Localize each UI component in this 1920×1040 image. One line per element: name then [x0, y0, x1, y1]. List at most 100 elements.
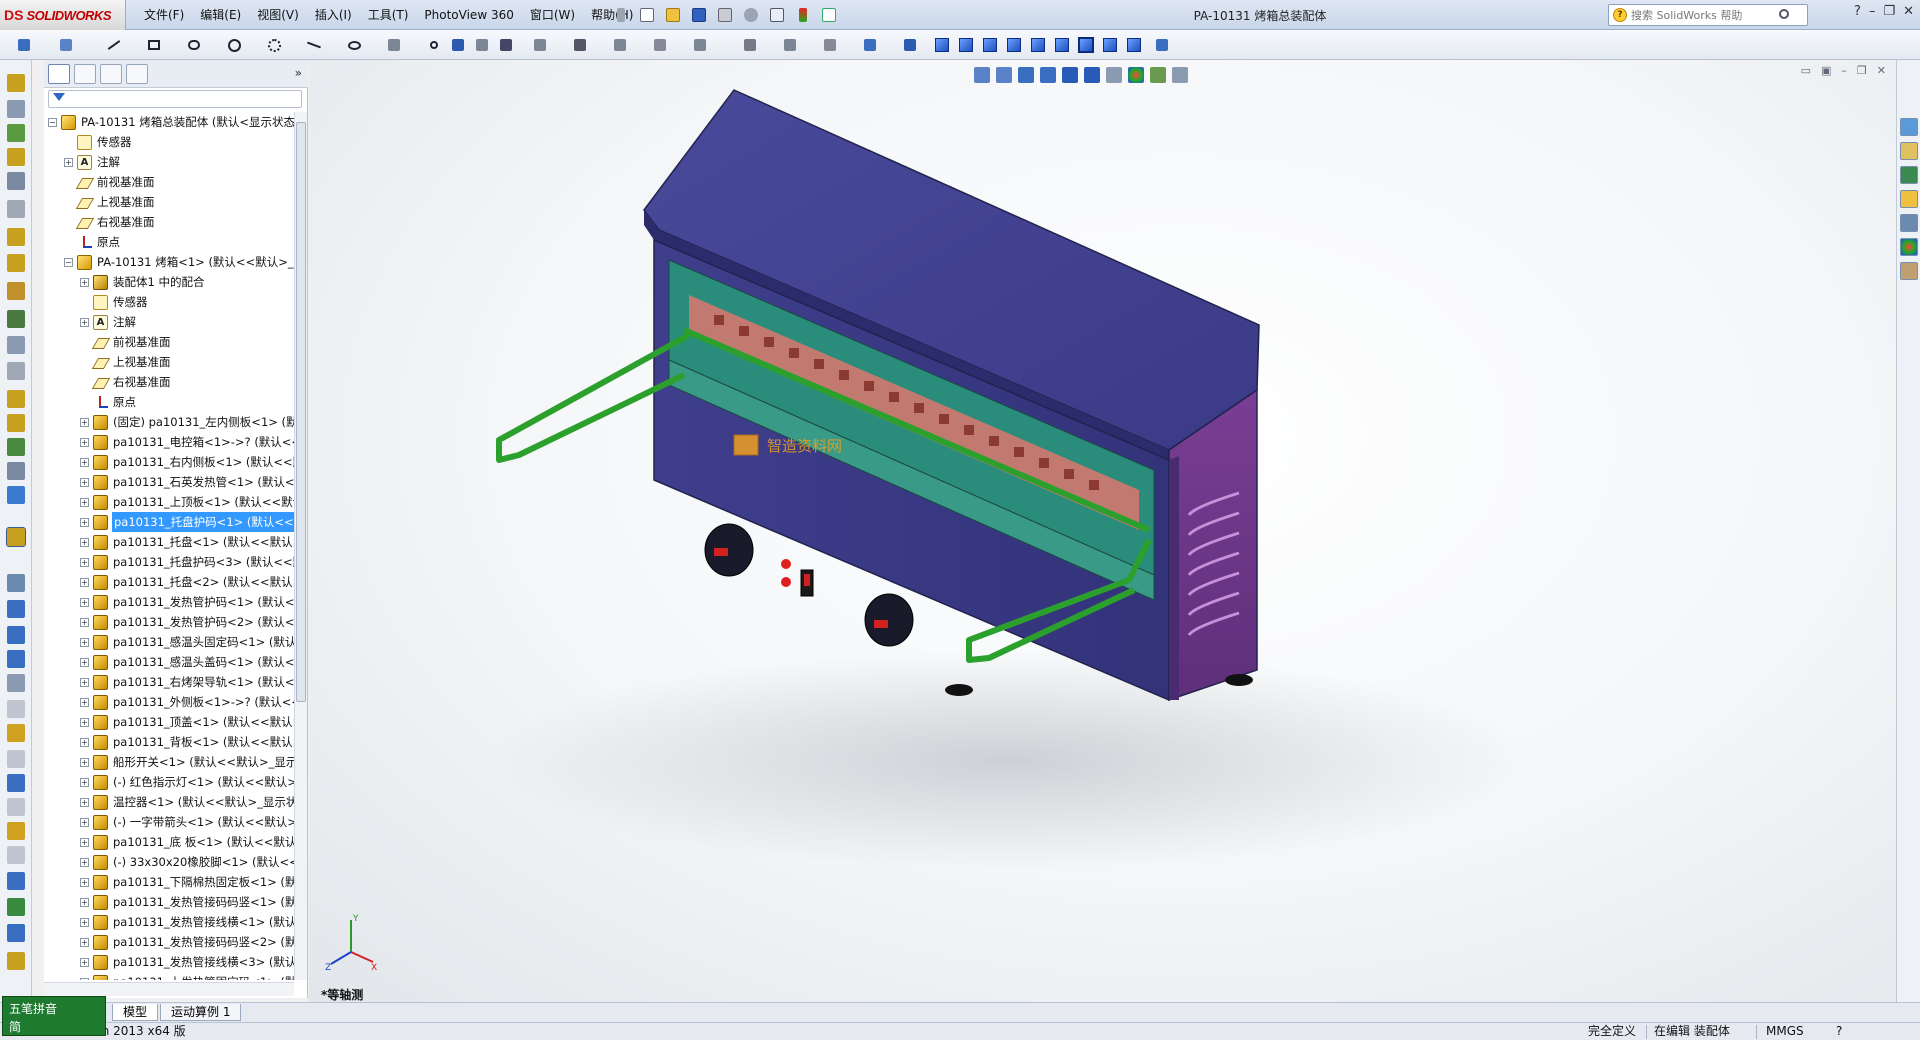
- expand-toggle-icon[interactable]: +: [80, 957, 89, 967]
- tab-motion-study-1[interactable]: 运动算例 1: [160, 1004, 242, 1021]
- display-manager-tab[interactable]: [126, 64, 148, 84]
- tree-row[interactable]: + pa10131_发热管接码码竖<1> (默认: [80, 892, 294, 912]
- centerline-icon[interactable]: [448, 35, 468, 55]
- check-icon[interactable]: [7, 650, 25, 668]
- expand-toggle-icon[interactable]: +: [80, 517, 89, 527]
- rapid-sketch-icon[interactable]: [860, 35, 880, 55]
- tree-row[interactable]: + 船形开关<1> (默认<<默认>_显示: [80, 752, 294, 772]
- expand-toggle-icon[interactable]: +: [80, 317, 89, 327]
- expand-toggle-icon[interactable]: +: [80, 797, 89, 807]
- undo-icon[interactable]: [740, 4, 762, 26]
- reference-geometry-icon[interactable]: [7, 254, 25, 272]
- tree-row[interactable]: + pa10131_电控箱<1>->? (默认<<: [80, 432, 294, 452]
- view-palette-icon[interactable]: [1900, 190, 1918, 208]
- tree-row[interactable]: + pa10131_托盘<2> (默认<<默认>_: [80, 572, 294, 592]
- spline-icon[interactable]: [304, 35, 324, 55]
- point-icon[interactable]: [424, 35, 444, 55]
- tree-row[interactable]: + pa10131_托盘护码<1> (默认<<默: [80, 512, 294, 532]
- mate-icon[interactable]: [7, 100, 25, 118]
- tree-row[interactable]: 前视基准面: [80, 332, 172, 352]
- expand-toggle-icon[interactable]: +: [80, 977, 89, 980]
- tree-row[interactable]: + pa10131_感温头盖码<1> (默认<<: [80, 652, 294, 672]
- file-explorer-icon[interactable]: [1900, 166, 1918, 184]
- exploded-view-icon[interactable]: [7, 336, 25, 354]
- menu-edit[interactable]: 编辑(E): [192, 6, 249, 24]
- repair-sketch-icon[interactable]: [780, 35, 800, 55]
- tree-row[interactable]: + pa10131_底 板<1> (默认<<默认>_: [80, 832, 294, 852]
- explode-line-icon[interactable]: [7, 362, 25, 380]
- tree-row[interactable]: + (-) 一字带箭头<1> (默认<<默认>_: [80, 812, 294, 832]
- convert-entities-icon[interactable]: [496, 35, 516, 55]
- left-temperature-knob[interactable]: [704, 523, 754, 577]
- tab-model[interactable]: 模型: [112, 1004, 159, 1021]
- expand-toggle-icon[interactable]: +: [80, 617, 89, 627]
- tree-row[interactable]: + pa10131_发热管接码码竖<2> (默认: [80, 932, 294, 952]
- help-menu-button[interactable]: ?: [1854, 4, 1861, 19]
- measure-icon[interactable]: [1152, 35, 1172, 55]
- tree-row[interactable]: + pa10131_石英发热管<1> (默认<<: [80, 472, 294, 492]
- tree-row[interactable]: 传感器: [80, 292, 149, 312]
- expand-toggle-icon[interactable]: +: [80, 277, 89, 287]
- appearances-icon[interactable]: [1900, 238, 1918, 256]
- circle-icon[interactable]: [224, 35, 244, 55]
- expand-toggle-icon[interactable]: +: [80, 477, 89, 487]
- import-diagnostics-icon[interactable]: [7, 700, 25, 718]
- mass-properties-icon[interactable]: [7, 600, 25, 618]
- expand-toggle-icon[interactable]: +: [80, 417, 89, 427]
- section-view-icon[interactable]: [7, 486, 25, 504]
- close-button[interactable]: ✕: [1903, 4, 1914, 19]
- configuration-manager-tab[interactable]: [100, 64, 122, 84]
- expand-toggle-icon[interactable]: +: [80, 437, 89, 447]
- trim-icon[interactable]: [610, 35, 630, 55]
- view-front-icon[interactable]: [932, 35, 952, 55]
- tree-row[interactable]: 原点: [80, 392, 137, 412]
- tree-row[interactable]: + A 注解: [80, 312, 137, 332]
- search-icon[interactable]: [1779, 9, 1789, 19]
- normal-to-icon[interactable]: [900, 35, 920, 55]
- expand-toggle-icon[interactable]: +: [80, 637, 89, 647]
- arc-icon[interactable]: [264, 35, 284, 55]
- tree-row[interactable]: + pa10131_感温头固定码<1> (默认: [80, 632, 294, 652]
- expand-toggle-icon[interactable]: +: [80, 817, 89, 827]
- sketch-icon[interactable]: [14, 35, 34, 55]
- thickness-analysis-icon[interactable]: [7, 898, 25, 916]
- expand-toggle-icon[interactable]: +: [80, 577, 89, 587]
- curvature-icon[interactable]: [7, 924, 25, 942]
- expand-toggle-icon[interactable]: −: [48, 117, 57, 127]
- expand-toggle-icon[interactable]: +: [80, 457, 89, 467]
- warning-icon[interactable]: [7, 822, 25, 840]
- tree-row[interactable]: 右视基准面: [64, 212, 156, 232]
- oven-model[interactable]: 智造资料网: [309, 60, 1896, 1002]
- smart-dimension-icon[interactable]: [56, 35, 76, 55]
- symmetry-check-icon[interactable]: [7, 952, 25, 970]
- tree-row[interactable]: 传感器: [64, 132, 133, 152]
- tree-horizontal-scrollbar[interactable]: [44, 982, 294, 996]
- assembly-features-icon[interactable]: [7, 228, 25, 246]
- tree-row[interactable]: 上视基准面: [64, 192, 156, 212]
- pin-icon[interactable]: [610, 4, 632, 26]
- expand-toggle-icon[interactable]: +: [80, 757, 89, 767]
- move-component-icon[interactable]: [7, 172, 25, 190]
- expand-toggle-icon[interactable]: +: [80, 697, 89, 707]
- tree-row[interactable]: + pa10131_上发热管固定码<1> (默认: [80, 972, 294, 980]
- tree-row[interactable]: + pa10131_外侧板<1>->? (默认<<: [80, 692, 294, 712]
- tree-row[interactable]: + 温控器<1> (默认<<默认>_显示状: [80, 792, 294, 812]
- menu-file[interactable]: 文件(F): [136, 6, 192, 24]
- pattern-icon[interactable]: [650, 35, 670, 55]
- expand-toggle-icon[interactable]: +: [80, 557, 89, 567]
- relations-icon[interactable]: [740, 35, 760, 55]
- spell-check-icon[interactable]: [7, 574, 25, 592]
- tree-row[interactable]: + (-) 红色指示灯<1> (默认<<默认>_: [80, 772, 294, 792]
- status-help-icon[interactable]: ?: [1836, 1023, 1842, 1040]
- interference-icon[interactable]: [7, 390, 25, 408]
- unit-system-selector[interactable]: MMGS: [1766, 1023, 1804, 1040]
- expand-toggle-icon[interactable]: +: [80, 597, 89, 607]
- tree-row[interactable]: + 装配体1 中的配合: [80, 272, 205, 292]
- expand-toggle-icon[interactable]: +: [80, 857, 89, 867]
- tree-row[interactable]: + pa10131_托盘<1> (默认<<默认>_: [80, 532, 294, 552]
- geometry-analysis-icon[interactable]: [7, 674, 25, 692]
- sum-equations-icon[interactable]: [7, 774, 25, 792]
- expand-toggle-icon[interactable]: +: [80, 877, 89, 887]
- menu-tools[interactable]: 工具(T): [360, 6, 417, 24]
- rectangle-icon[interactable]: [144, 35, 164, 55]
